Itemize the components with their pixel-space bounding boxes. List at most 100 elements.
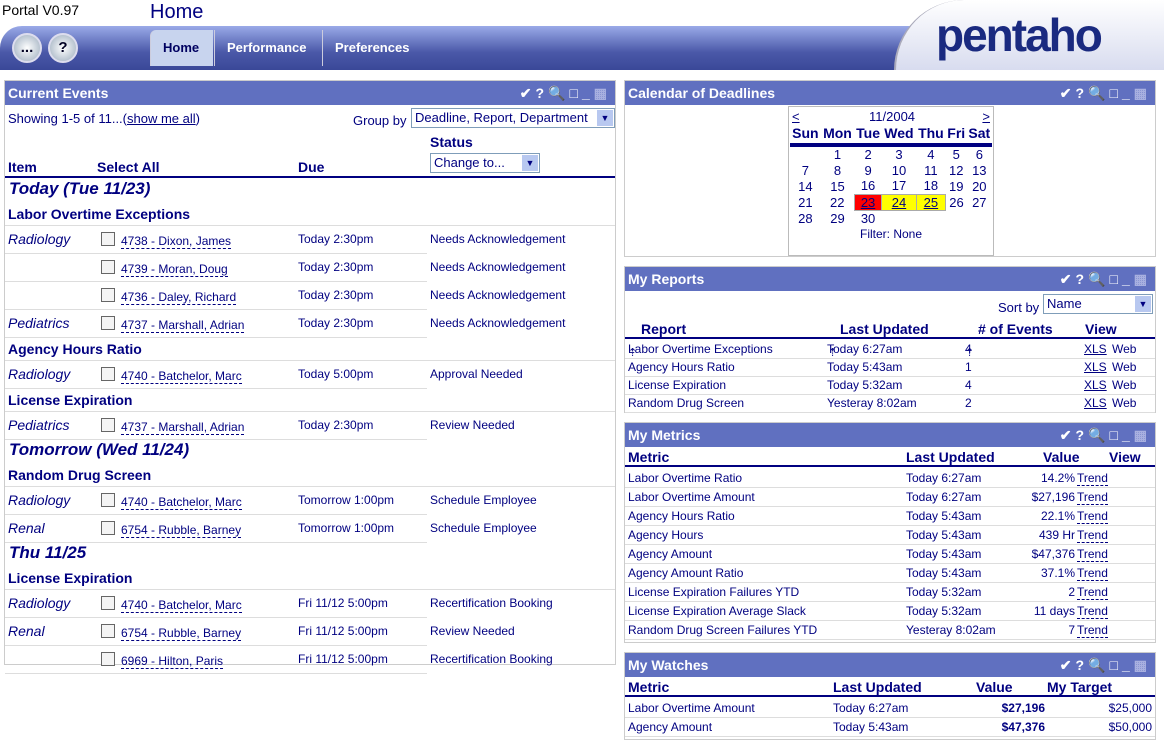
tab-preferences[interactable]: Preferences <box>322 30 421 66</box>
show-all-link[interactable]: show me all <box>127 111 196 126</box>
calendar-day[interactable]: 13 <box>967 162 992 178</box>
report-name[interactable]: Random Drug Screen <box>628 396 744 410</box>
calendar-day[interactable]: 25 <box>915 193 947 211</box>
xls-link[interactable]: XLS <box>1084 360 1107 374</box>
employee-link[interactable]: 4740 - Batchelor, Marc <box>121 598 242 613</box>
metric-name[interactable]: Random Drug Screen Failures YTD <box>628 623 817 637</box>
employee-link[interactable]: 4737 - Marshall, Adrian <box>121 318 245 333</box>
select-checkbox[interactable] <box>101 232 115 246</box>
check-icon[interactable]: ✔ <box>1060 85 1076 101</box>
employee-link[interactable]: 6969 - Hilton, Paris <box>121 654 224 669</box>
xls-link[interactable]: XLS <box>1084 396 1107 410</box>
trend-link[interactable]: Trend <box>1077 528 1108 543</box>
calendar-day[interactable]: 22 <box>821 194 854 210</box>
help-icon[interactable]: ? <box>1076 85 1089 101</box>
select-checkbox[interactable] <box>101 316 115 330</box>
zoom-icon[interactable]: 🔍 <box>1088 271 1109 287</box>
calendar-day[interactable]: 4 <box>916 145 946 162</box>
xls-link[interactable]: XLS <box>1084 342 1107 356</box>
select-checkbox[interactable] <box>101 367 115 381</box>
calendar-day[interactable]: 2 <box>854 145 882 162</box>
check-icon[interactable]: ✔ <box>520 85 536 101</box>
metric-name[interactable]: Agency Amount Ratio <box>628 566 743 580</box>
employee-link[interactable]: 6754 - Rubble, Barney <box>121 523 242 538</box>
calendar-day[interactable]: 9 <box>854 162 882 178</box>
metric-name[interactable]: Labor Overtime Amount <box>628 490 755 504</box>
zoom-icon[interactable]: 🔍 <box>548 85 569 101</box>
help-button[interactable]: ? <box>48 33 78 63</box>
select-checkbox[interactable] <box>101 260 115 274</box>
metric-name[interactable]: Agency Amount <box>628 720 712 734</box>
panel-icons[interactable]: ✔?🔍□_▦ <box>520 81 611 105</box>
trend-link[interactable]: Trend <box>1077 623 1108 638</box>
employee-link[interactable]: 4737 - Marshall, Adrian <box>121 420 245 435</box>
metric-name[interactable]: Agency Hours <box>628 528 703 542</box>
xls-link[interactable]: XLS <box>1084 378 1107 392</box>
calendar-day[interactable]: 8 <box>821 162 854 178</box>
calendar-day[interactable]: 18 <box>916 178 946 194</box>
employee-link[interactable]: 4739 - Moran, Doug <box>121 262 228 277</box>
calendar-day[interactable]: 16 <box>854 178 882 194</box>
minimize-icon[interactable]: _ <box>582 85 594 101</box>
calendar-day[interactable]: 17 <box>882 178 916 194</box>
select-checkbox[interactable] <box>101 624 115 638</box>
employee-link[interactable]: 6754 - Rubble, Barney <box>121 626 242 641</box>
calendar-day[interactable]: 27 <box>967 194 992 210</box>
column-header[interactable]: Report <box>641 321 686 337</box>
minimize-icon[interactable]: _ <box>1122 427 1134 443</box>
trend-link[interactable]: Trend <box>1077 547 1108 562</box>
web-link[interactable]: Web <box>1112 396 1136 410</box>
calendar-day[interactable]: 19 <box>946 178 967 194</box>
calendar-day[interactable]: 29 <box>821 210 854 226</box>
layout-icon[interactable]: ▦ <box>1134 657 1151 673</box>
minimize-icon[interactable]: _ <box>1122 271 1134 287</box>
metric-name[interactable]: License Expiration Average Slack <box>628 604 806 618</box>
calendar-day[interactable]: 28 <box>790 210 821 226</box>
calendar-day[interactable]: 11 <box>916 162 946 178</box>
menu-button[interactable]: ... <box>12 33 42 63</box>
prev-month[interactable]: < <box>792 109 800 124</box>
calendar-day[interactable]: 5 <box>946 145 967 162</box>
select-checkbox[interactable] <box>101 521 115 535</box>
metric-name[interactable]: Labor Overtime Amount <box>628 701 755 715</box>
report-name[interactable]: License Expiration <box>628 378 726 392</box>
calendar-day[interactable]: 23 <box>853 193 883 211</box>
trend-link[interactable]: Trend <box>1077 509 1108 524</box>
calendar-day[interactable]: 21 <box>790 194 821 210</box>
employee-link[interactable]: 4738 - Dixon, James <box>121 234 232 249</box>
trend-link[interactable]: Trend <box>1077 585 1108 600</box>
metric-name[interactable]: License Expiration Failures YTD <box>628 585 799 599</box>
calendar-day[interactable]: 12 <box>946 162 967 178</box>
next-month[interactable]: > <box>982 109 990 124</box>
trend-link[interactable]: Trend <box>1077 566 1108 581</box>
calendar-day[interactable]: 15 <box>821 178 854 194</box>
minimize-icon[interactable]: _ <box>1122 657 1134 673</box>
maximize-icon[interactable]: □ <box>1110 271 1122 287</box>
check-icon[interactable]: ✔ <box>1060 657 1076 673</box>
layout-icon[interactable]: ▦ <box>594 85 611 101</box>
select-checkbox[interactable] <box>101 652 115 666</box>
metric-name[interactable]: Agency Hours Ratio <box>628 509 735 523</box>
tab-performance[interactable]: Performance <box>214 30 318 66</box>
group-by-select[interactable]: Deadline, Report, Department ▼ <box>411 108 615 128</box>
layout-icon[interactable]: ▦ <box>1134 85 1151 101</box>
maximize-icon[interactable]: □ <box>570 85 582 101</box>
calendar-day[interactable]: 10 <box>882 162 916 178</box>
metric-name[interactable]: Agency Amount <box>628 547 712 561</box>
column-header[interactable]: # of Events <box>978 321 1053 337</box>
sort-by-select[interactable]: Name ▼ <box>1043 294 1153 314</box>
column-header[interactable]: Last Updated <box>840 321 929 337</box>
select-checkbox[interactable] <box>101 493 115 507</box>
calendar-day[interactable]: 20 <box>967 178 992 194</box>
calendar-day[interactable]: 1 <box>821 145 854 162</box>
maximize-icon[interactable]: □ <box>1110 85 1122 101</box>
calendar-day[interactable]: 7 <box>790 162 821 178</box>
help-icon[interactable]: ? <box>1076 427 1089 443</box>
layout-icon[interactable]: ▦ <box>1134 427 1151 443</box>
column-header[interactable]: View <box>1085 321 1117 337</box>
calendar-day[interactable]: 24 <box>881 193 917 211</box>
calendar-day[interactable]: 14 <box>790 178 821 194</box>
calendar-day[interactable]: 26 <box>946 194 967 210</box>
help-icon[interactable]: ? <box>536 85 549 101</box>
metric-name[interactable]: Labor Overtime Ratio <box>628 471 742 485</box>
